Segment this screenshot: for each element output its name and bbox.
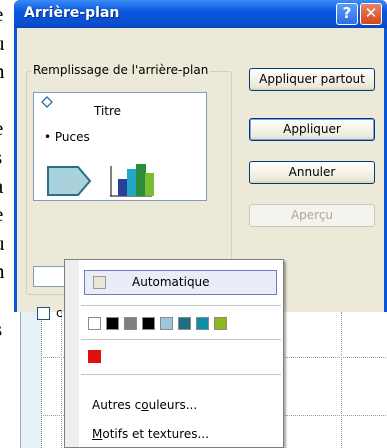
- color-popup-menu: Automatique Autres couleurs... Motifs et…: [64, 259, 284, 448]
- color-swatch[interactable]: [106, 317, 119, 330]
- dialog-title: Arrière-plan: [24, 5, 120, 21]
- menu-separator: [81, 305, 281, 306]
- background-preview: Titre • Puces: [33, 92, 207, 201]
- help-button[interactable]: ?: [336, 3, 358, 25]
- omit-graphics-label: c: [56, 306, 63, 320]
- color-swatch[interactable]: [142, 317, 155, 330]
- menu-icon-column: [65, 260, 79, 447]
- chart-bar-icon: [118, 179, 128, 196]
- apply-button[interactable]: Appliquer: [249, 118, 375, 141]
- preview-button: Aperçu: [249, 204, 375, 227]
- apply-all-button[interactable]: Appliquer partout: [249, 68, 375, 91]
- recent-color-swatch[interactable]: [88, 350, 101, 363]
- color-swatch[interactable]: [178, 317, 191, 330]
- color-swatch[interactable]: [160, 317, 173, 330]
- pentagon-shape-icon: [47, 166, 92, 196]
- preview-bullet-text: • Puces: [44, 130, 90, 144]
- slide-gutter: [21, 312, 42, 448]
- color-swatch[interactable]: [124, 317, 137, 330]
- close-button[interactable]: ✕: [360, 3, 382, 25]
- cancel-button[interactable]: Annuler: [249, 161, 375, 184]
- automatic-color-option[interactable]: Automatique: [84, 270, 277, 295]
- chart-bar-icon: [136, 164, 146, 196]
- menu-separator: [81, 339, 281, 340]
- dialog-titlebar[interactable]: Arrière-plan ? ✕: [14, 0, 387, 28]
- automatic-swatch: [93, 276, 106, 289]
- automatic-label: Automatique: [132, 275, 210, 289]
- preview-title-text: Titre: [94, 104, 122, 118]
- more-colors-item[interactable]: Autres couleurs...: [92, 398, 197, 412]
- omit-graphics-checkbox[interactable]: [37, 307, 50, 320]
- color-swatch[interactable]: [214, 317, 227, 330]
- fill-group-label: Remplissage de l'arrière-plan: [31, 63, 211, 77]
- diamond-bullet-icon: [41, 96, 53, 108]
- menu-separator: [81, 374, 281, 375]
- chart-bar-icon: [127, 169, 137, 196]
- fill-effects-item[interactable]: Motifs et textures...: [92, 427, 209, 441]
- guide-line: [341, 312, 342, 448]
- color-swatch[interactable]: [88, 317, 101, 330]
- guide-line: [61, 312, 62, 448]
- color-swatch[interactable]: [196, 317, 209, 330]
- chart-bar-icon: [145, 173, 154, 196]
